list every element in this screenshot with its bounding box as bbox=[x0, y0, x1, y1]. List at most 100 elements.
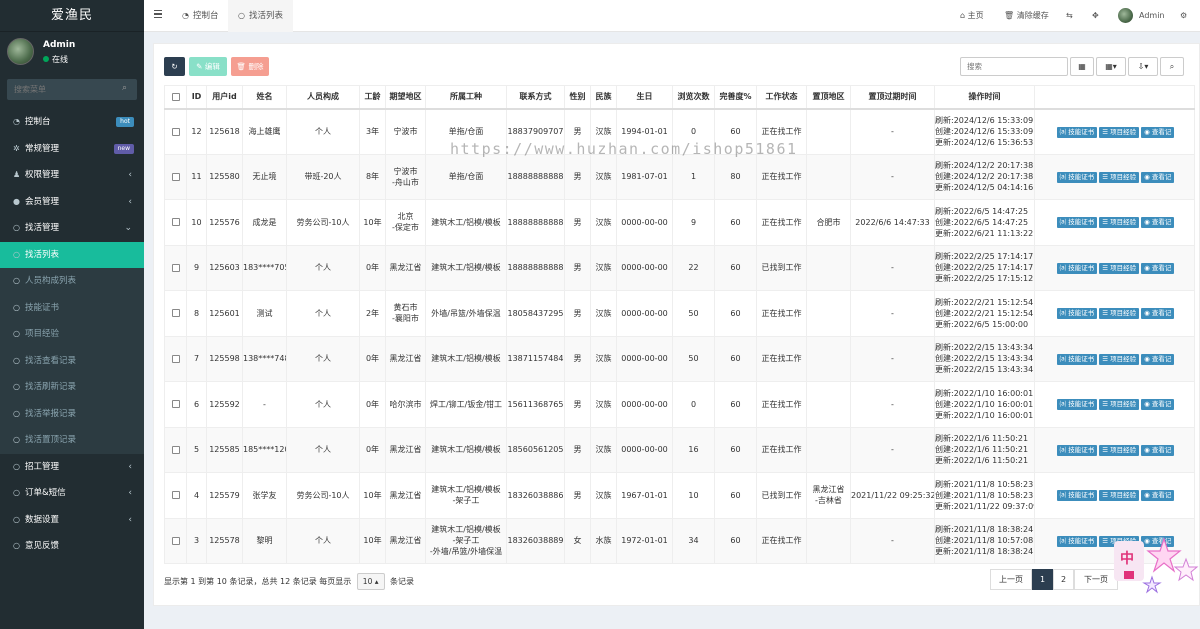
row-checkbox[interactable] bbox=[171, 354, 180, 363]
tab-job-seek-list[interactable]: ○ 找活列表 bbox=[228, 0, 293, 32]
col-header[interactable]: 期望地区 bbox=[385, 85, 426, 110]
skill-cert-button[interactable]: ⒜ 技能证书 bbox=[1056, 490, 1098, 502]
col-header[interactable]: 工龄 bbox=[359, 85, 386, 110]
skill-cert-button[interactable]: ⒜ 技能证书 bbox=[1056, 217, 1098, 229]
sidebar-item-feedback[interactable]: ○ 意见反馈 bbox=[0, 533, 144, 560]
project-exp-button[interactable]: ☰ 项目经验 bbox=[1099, 171, 1140, 183]
page-button-1[interactable]: 1 bbox=[1032, 569, 1053, 590]
row-checkbox[interactable] bbox=[171, 218, 180, 227]
sidebar-item-view-log[interactable]: ○ 找活查看记录 bbox=[0, 348, 144, 375]
col-header[interactable]: 置顶过期时间 bbox=[850, 85, 935, 110]
skill-cert-button[interactable]: ⒜ 技能证书 bbox=[1056, 399, 1098, 411]
advanced-search-button[interactable]: ⌕ bbox=[1160, 57, 1184, 76]
header-user-menu[interactable]: Admin bbox=[1118, 0, 1165, 32]
page-button-2[interactable]: 2 bbox=[1053, 569, 1074, 590]
col-header[interactable]: 用户id bbox=[206, 85, 243, 110]
project-exp-button[interactable]: ☰ 项目经验 bbox=[1099, 353, 1140, 365]
view-log-button[interactable]: ◉ 查看记 bbox=[1141, 353, 1175, 365]
table-row[interactable]: 10 125576 成龙是 劳务公司-10人 10年 北京 -保定市 建筑木工/铝模/模板 18… bbox=[164, 199, 1195, 246]
col-header[interactable]: 工作状态 bbox=[756, 85, 807, 110]
project-exp-button[interactable]: ☰ 项目经验 bbox=[1099, 217, 1140, 229]
skill-cert-button[interactable]: ⒜ 技能证书 bbox=[1056, 444, 1098, 456]
project-exp-button[interactable]: ☰ 项目经验 bbox=[1099, 444, 1140, 456]
col-header[interactable]: 联系方式 bbox=[506, 85, 565, 110]
project-exp-button[interactable]: ☰ 项目经验 bbox=[1099, 262, 1140, 274]
skill-cert-button[interactable]: ⒜ 技能证书 bbox=[1056, 126, 1098, 138]
project-exp-button[interactable]: ☰ 项目经验 bbox=[1099, 126, 1140, 138]
menu-search-input[interactable] bbox=[7, 79, 137, 100]
toggle-view-button[interactable]: ▦ bbox=[1070, 57, 1094, 76]
prev-page-button[interactable]: 上一页 bbox=[990, 569, 1032, 590]
fullscreen-icon[interactable]: ✥ bbox=[1092, 0, 1099, 32]
sidebar-item-members[interactable]: ● 会员管理 ‹ bbox=[0, 189, 144, 216]
menu-toggle-icon[interactable] bbox=[154, 10, 162, 19]
skill-cert-button[interactable]: ⒜ 技能证书 bbox=[1056, 262, 1098, 274]
row-checkbox[interactable] bbox=[171, 445, 180, 454]
sidebar-item-data-settings[interactable]: ○ 数据设置 ‹ bbox=[0, 507, 144, 534]
sidebar-item-recruit[interactable]: ○ 招工管理 ‹ bbox=[0, 454, 144, 481]
tab-dashboard[interactable]: ◔ 控制台 bbox=[172, 0, 229, 32]
col-header[interactable]: 完善度% bbox=[714, 85, 757, 110]
clear-cache-button[interactable]: 🗑 清除缓存 bbox=[1004, 0, 1049, 32]
home-link[interactable]: ⌂ 主页 bbox=[960, 0, 984, 32]
edit-button[interactable]: ✎ 编辑 bbox=[189, 57, 227, 76]
app-logo[interactable]: 爱渔民 bbox=[0, 0, 144, 32]
view-log-button[interactable]: ◉ 查看记 bbox=[1141, 126, 1175, 138]
row-checkbox[interactable] bbox=[171, 400, 180, 409]
table-row[interactable]: 5 125585185****1205 个人 0年黑龙江省建筑木工/铝模/模板 1856… bbox=[164, 426, 1195, 473]
sidebar-item-staff-composition[interactable]: ○ 人员构成列表 bbox=[0, 268, 144, 295]
sidebar-item-orders-sms[interactable]: ○ 订单&短信 ‹ bbox=[0, 480, 144, 507]
columns-dropdown[interactable]: ▦▾ bbox=[1096, 57, 1126, 76]
col-header[interactable]: 生日 bbox=[616, 85, 673, 110]
table-search-input[interactable] bbox=[960, 57, 1068, 76]
row-checkbox[interactable] bbox=[171, 491, 180, 500]
project-exp-button[interactable]: ☰ 项目经验 bbox=[1099, 308, 1140, 320]
sidebar-item-job-seek[interactable]: ○ 找活管理 ⌄ bbox=[0, 215, 144, 242]
sidebar-item-refresh-log[interactable]: ○ 找活刷新记录 bbox=[0, 374, 144, 401]
view-log-button[interactable]: ◉ 查看记 bbox=[1141, 262, 1175, 274]
table-row[interactable]: 6 125592 - 个人 0年 哈尔滨市 焊工/铆工/钣金/钳工 15611368765 男 汉… bbox=[164, 381, 1195, 428]
export-dropdown[interactable]: ⇩▾ bbox=[1128, 57, 1158, 76]
project-exp-button[interactable]: ☰ 项目经验 bbox=[1099, 399, 1140, 411]
sidebar-item-dashboard[interactable]: ◔ 控制台 hot bbox=[0, 109, 144, 136]
row-checkbox[interactable] bbox=[171, 172, 180, 181]
row-checkbox[interactable] bbox=[171, 263, 180, 272]
view-log-button[interactable]: ◉ 查看记 bbox=[1141, 308, 1175, 320]
sidebar-item-project-exp[interactable]: ○ 项目经验 bbox=[0, 321, 144, 348]
col-header[interactable]: 姓名 bbox=[242, 85, 287, 110]
table-row[interactable]: 9 125603183****7056 个人 0年黑龙江省建筑木工/铝模/模板 1888… bbox=[164, 244, 1195, 291]
page-size-select[interactable]: 10 ▴ bbox=[356, 573, 385, 590]
view-log-button[interactable]: ◉ 查看记 bbox=[1141, 444, 1175, 456]
skill-cert-button[interactable]: ⒜ 技能证书 bbox=[1056, 535, 1098, 547]
select-all-checkbox[interactable] bbox=[164, 85, 187, 110]
col-header[interactable]: ID bbox=[186, 85, 207, 110]
sidebar-item-general[interactable]: ✲ 常规管理 new bbox=[0, 136, 144, 163]
sidebar-item-auth[interactable]: ♟ 权限管理 ‹ bbox=[0, 162, 144, 189]
floating-widget[interactable]: 中 bbox=[1112, 535, 1200, 595]
col-header[interactable]: 所属工种 bbox=[425, 85, 507, 110]
skill-cert-button[interactable]: ⒜ 技能证书 bbox=[1056, 171, 1098, 183]
table-row[interactable]: 7 125598138****7484 个人 0年黑龙江省建筑木工/铝模/模板 1387… bbox=[164, 335, 1195, 382]
view-log-button[interactable]: ◉ 查看记 bbox=[1141, 399, 1175, 411]
table-row[interactable]: 11 125580 无止境 带班-20人 8年 宁波市 -舟山市 单拖/仓面 188888888… bbox=[164, 153, 1195, 200]
table-row[interactable]: 8 125601 测试 个人 2年 黄石市 -襄阳市 外墙/吊篮/外墙保温 1805843729… bbox=[164, 290, 1195, 337]
table-row[interactable]: 4 125579 张学友 劳务公司-10人 10年 黑龙江省 建筑木工/铝模/模板 -架子工 1… bbox=[164, 472, 1195, 519]
sidebar-item-job-seek-list[interactable]: ○ 找活列表 bbox=[0, 241, 144, 268]
settings-gear-icon[interactable]: ⚙ bbox=[1180, 0, 1187, 32]
row-checkbox[interactable] bbox=[171, 309, 180, 318]
col-header[interactable]: 人员构成 bbox=[286, 85, 360, 110]
language-icon[interactable]: ⇆ bbox=[1066, 0, 1073, 32]
col-header[interactable]: 浏览次数 bbox=[672, 85, 715, 110]
sidebar-item-report-log[interactable]: ○ 找活举报记录 bbox=[0, 401, 144, 428]
sidebar-item-skill-cert[interactable]: ○ 技能证书 bbox=[0, 295, 144, 322]
refresh-button[interactable]: ↻ bbox=[164, 57, 185, 76]
col-header[interactable]: 置顶地区 bbox=[806, 85, 851, 110]
view-log-button[interactable]: ◉ 查看记 bbox=[1141, 171, 1175, 183]
col-header[interactable]: 操作时间 bbox=[934, 85, 1035, 110]
skill-cert-button[interactable]: ⒜ 技能证书 bbox=[1056, 308, 1098, 320]
search-icon[interactable]: ⌕ bbox=[122, 83, 131, 93]
delete-button[interactable]: 🗑 删除 bbox=[231, 57, 269, 76]
view-log-button[interactable]: ◉ 查看记 bbox=[1141, 217, 1175, 229]
row-checkbox[interactable] bbox=[171, 127, 180, 136]
view-log-button[interactable]: ◉ 查看记 bbox=[1141, 490, 1175, 502]
